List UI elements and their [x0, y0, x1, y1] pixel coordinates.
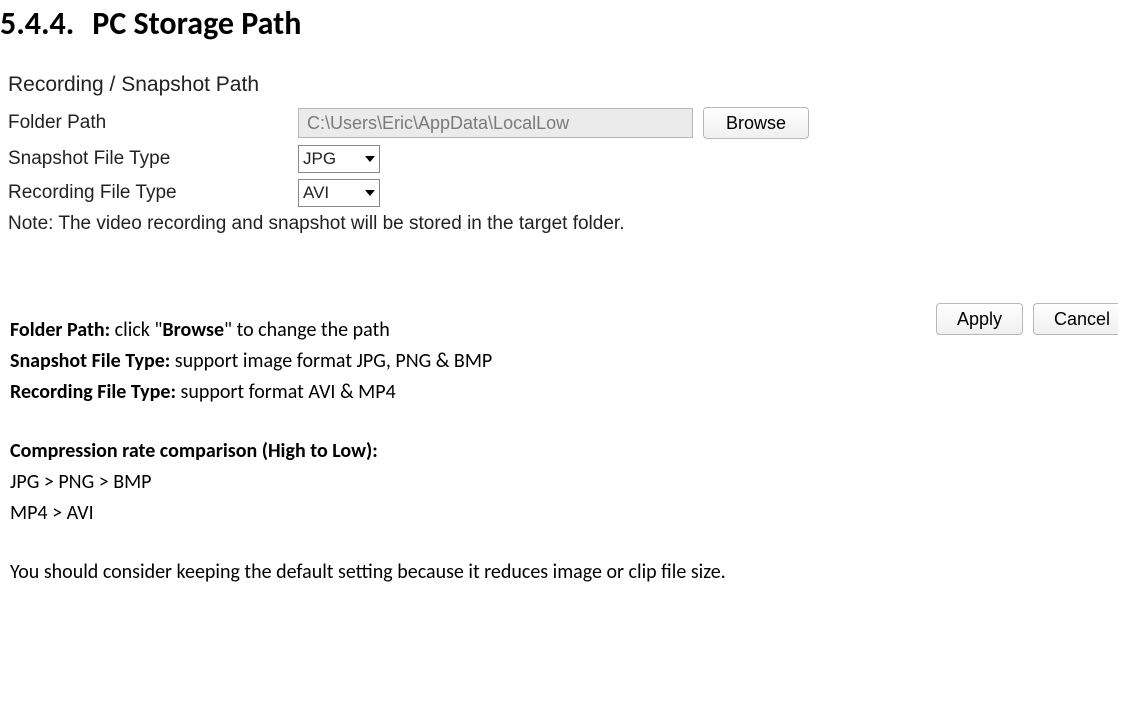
- note-text: Note: The video recording and snapshot w…: [8, 213, 1118, 235]
- recording-type-value: AVI: [303, 183, 329, 203]
- settings-panel: Recording / Snapshot Path Folder Path Br…: [8, 73, 1118, 588]
- desc-snapshot: Snapshot File Type: support image format…: [10, 346, 1118, 377]
- desc-recording-text: support format AVI & MP4: [176, 380, 396, 404]
- recording-type-label: Recording File Type: [8, 182, 298, 204]
- desc-compression-img: JPG > PNG > BMP: [10, 467, 1118, 498]
- chevron-down-icon: [365, 190, 375, 196]
- desc-folder-path-label: Folder Path:: [10, 318, 110, 342]
- browse-button[interactable]: Browse: [703, 107, 809, 139]
- desc-snapshot-label: Snapshot File Type:: [10, 349, 170, 373]
- desc-compression-vid: MP4 > AVI: [10, 498, 1118, 529]
- snapshot-type-label: Snapshot File Type: [8, 148, 298, 170]
- chevron-down-icon: [365, 156, 375, 162]
- desc-compression-title: Compression rate comparison (High to Low…: [10, 436, 1118, 467]
- doc-text: Folder Path: click "Browse" to change th…: [8, 315, 1118, 588]
- snapshot-type-select[interactable]: JPG: [298, 145, 380, 173]
- desc-advice: You should consider keeping the default …: [10, 557, 1118, 588]
- desc-folder-path-pre: click ": [110, 318, 162, 342]
- section-title: PC Storage Path: [92, 4, 301, 43]
- desc-folder-path-after: " to change the path: [224, 318, 390, 342]
- panel-title: Recording / Snapshot Path: [8, 73, 1118, 97]
- cancel-button[interactable]: Cancel: [1033, 303, 1118, 335]
- desc-folder-path-bold: Browse: [162, 318, 224, 342]
- recording-type-select[interactable]: AVI: [298, 179, 380, 207]
- apply-button[interactable]: Apply: [936, 303, 1023, 335]
- folder-path-input[interactable]: [298, 108, 693, 138]
- recording-type-row: Recording File Type AVI: [8, 179, 1118, 207]
- snapshot-type-value: JPG: [303, 149, 336, 169]
- folder-path-label: Folder Path: [8, 112, 298, 134]
- folder-path-row: Folder Path Browse: [8, 107, 1118, 139]
- section-heading: 5.4.4. PC Storage Path: [0, 0, 1148, 63]
- action-buttons: Apply Cancel: [936, 303, 1118, 335]
- section-number: 5.4.4.: [0, 4, 74, 43]
- desc-recording-label: Recording File Type:: [10, 380, 176, 404]
- desc-snapshot-text: support image format JPG, PNG & BMP: [170, 349, 492, 373]
- snapshot-type-row: Snapshot File Type JPG: [8, 145, 1118, 173]
- desc-recording: Recording File Type: support format AVI …: [10, 377, 1118, 408]
